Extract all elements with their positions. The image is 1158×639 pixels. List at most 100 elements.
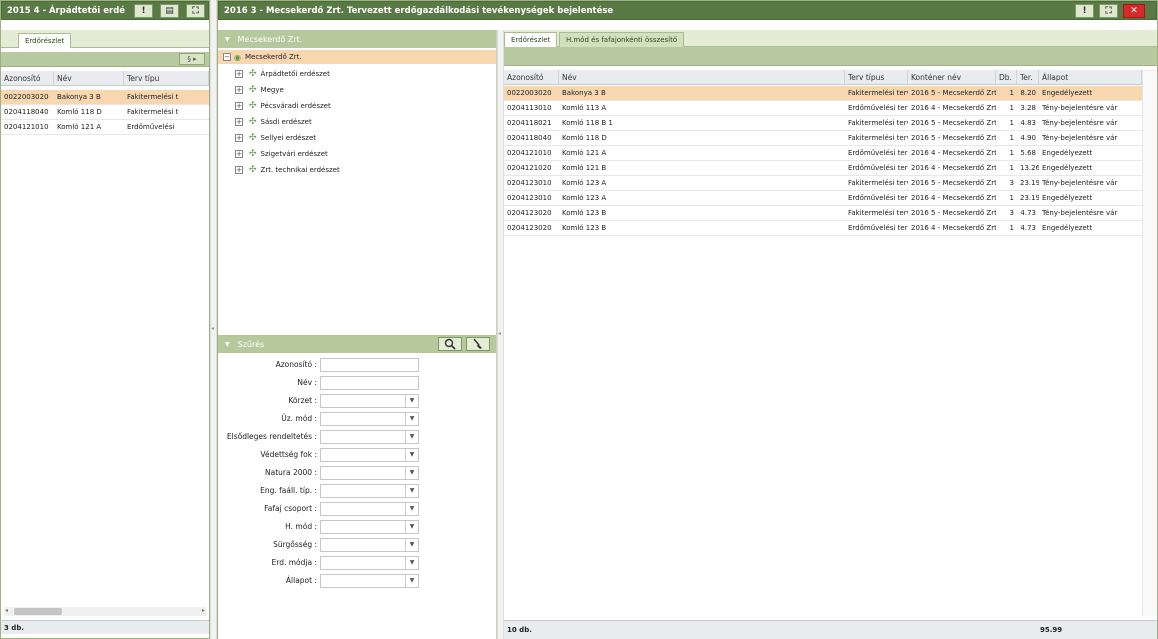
azonosito-input[interactable] <box>320 358 419 372</box>
expand-icon[interactable]: + <box>235 118 243 126</box>
collapse-icon[interactable]: ▼ <box>225 36 230 43</box>
scroll-right-icon[interactable]: ▸ <box>202 607 205 614</box>
scroll-thumb[interactable] <box>14 608 62 615</box>
tree-item-sasd[interactable]: + ✣ Sásdi erdészet <box>235 115 312 129</box>
col-terv-tipus[interactable]: Terv típu <box>124 71 209 85</box>
tree-item-megye[interactable]: + ✣ Megye <box>235 83 284 97</box>
dropdown-arrow-icon[interactable]: ▼ <box>405 395 418 407</box>
h-mod-select[interactable]: ▼ <box>320 520 419 534</box>
natura-2000-select[interactable]: ▼ <box>320 466 419 480</box>
table-row[interactable]: 0204118021 Komló 118 B 1 Fakitermelési ter… <box>504 116 1142 131</box>
expand-icon[interactable]: + <box>235 150 243 158</box>
tree-item-sellye[interactable]: + ✣ Sellyei erdészet <box>235 131 316 145</box>
allapot-select[interactable]: ▼ <box>320 574 419 588</box>
main-window-title[interactable]: 2016 3 - Mecsekerdő Zrt. Tervezett erdőg… <box>218 1 1157 20</box>
table-row[interactable]: 0204118040 Komló 118 D Fakitermelési t <box>1 105 209 120</box>
section-button[interactable]: § ▸ <box>179 53 205 65</box>
tree-item-pecsvarad[interactable]: + ✣ Pécsváradi erdészet <box>235 99 331 113</box>
dropdown-arrow-icon[interactable]: ▼ <box>405 521 418 533</box>
expand-icon[interactable]: + <box>235 134 243 142</box>
dropdown-arrow-icon[interactable]: ▼ <box>405 485 418 497</box>
tree-root[interactable]: − ◉ Mecsekerdő Zrt. <box>218 50 496 64</box>
maximize-button[interactable]: ⛶ <box>186 4 205 18</box>
col-azonosito[interactable]: Azonosító <box>1 71 54 85</box>
dropdown-arrow-icon[interactable]: ▼ <box>405 503 418 515</box>
table-row[interactable]: 0204121010 Komló 121 A Erdőművelési <box>1 120 209 135</box>
table-cell: Fakitermelési terv <box>848 209 908 217</box>
dropdown-arrow-icon[interactable]: ▼ <box>405 431 418 443</box>
expand-icon[interactable]: + <box>235 166 243 174</box>
tab-hmod-osszesito[interactable]: H.mód és fafajonkénti összesítő <box>559 32 685 47</box>
filter-panel-header[interactable]: ▼ Szűrés <box>218 335 496 353</box>
expand-icon[interactable]: + <box>235 86 243 94</box>
area-total: 95.99 <box>1040 626 1063 634</box>
col-kontener-nev[interactable]: Konténer név <box>908 70 996 84</box>
surgosseg-select[interactable]: ▼ <box>320 538 419 552</box>
fafaj-csoport-select[interactable]: ▼ <box>320 502 419 516</box>
col-nev[interactable]: Név <box>559 70 845 84</box>
table-cell: 0022003020 <box>507 89 552 97</box>
table-cell: 0204123010 <box>507 194 552 202</box>
print-button[interactable]: ▤ <box>160 4 179 18</box>
korzet-select[interactable]: ▼ <box>320 394 419 408</box>
vedettseg-fok-select[interactable]: ▼ <box>320 448 419 462</box>
expand-icon[interactable]: + <box>235 70 243 78</box>
dropdown-arrow-icon[interactable]: ▼ <box>405 467 418 479</box>
horizontal-scrollbar[interactable]: ◂ ▸ <box>4 607 206 616</box>
nev-input[interactable] <box>320 376 419 390</box>
dropdown-arrow-icon[interactable]: ▼ <box>405 413 418 425</box>
tree-item-arpadteto[interactable]: + ✣ Árpádtetői erdészet <box>235 67 330 81</box>
info-button[interactable]: ! <box>1075 4 1094 18</box>
collapse-left-icon[interactable]: ◂ <box>211 325 214 332</box>
table-row[interactable]: 0204121020 Komló 121 B Erdőművelési terv 20… <box>504 161 1142 176</box>
table-cell: Komló 118 D <box>562 134 607 142</box>
table-cell: 0204113010 <box>507 104 552 112</box>
tab-erdoreszlet[interactable]: Erdőrészlet <box>18 33 72 48</box>
col-db[interactable]: Db. <box>996 70 1017 84</box>
expand-icon[interactable]: + <box>235 102 243 110</box>
col-nev[interactable]: Név <box>54 71 124 85</box>
left-splitter[interactable]: ◂ <box>210 0 217 639</box>
dropdown-arrow-icon[interactable]: ▼ <box>405 575 418 587</box>
table-cell: Erdőművelési terv <box>848 149 908 157</box>
forest-icon: ✣ <box>249 85 257 95</box>
col-ter[interactable]: Ter. <box>1017 70 1039 84</box>
tree-item-szigetvar[interactable]: + ✣ Szigetvári erdészet <box>235 147 328 161</box>
filter-row-fafaj: Fafaj csoport : ▼ <box>218 501 497 517</box>
table-row[interactable]: 0204118040 Komló 118 D Fakitermelési terv 2… <box>504 131 1142 146</box>
table-row[interactable]: 0022003020 Bakonya 3 B Fakitermelési terv 2… <box>504 86 1142 101</box>
col-azonosito[interactable]: Azonosító <box>504 70 559 84</box>
left-window-title[interactable]: 2015 4 - Árpádtetői erdé ! ▤ ⛶ <box>1 1 209 20</box>
info-button[interactable]: ! <box>134 4 153 18</box>
tree-item-zrt-technikai[interactable]: + ✣ Zrt. technikai erdészet <box>235 163 340 177</box>
eng-faall-tip-select[interactable]: ▼ <box>320 484 419 498</box>
table-row[interactable]: 0204123020 Komló 123 B Erdőművelési terv 20… <box>504 221 1142 236</box>
search-button[interactable] <box>438 337 462 351</box>
middle-splitter[interactable]: ◂ <box>497 30 504 639</box>
table-cell: 1 <box>1009 104 1014 112</box>
tree-panel-header[interactable]: ▼ Mecsekerdő Zrt. <box>218 30 496 48</box>
collapse-icon[interactable]: ▼ <box>225 341 230 348</box>
table-row[interactable]: 0204123010 Komló 123 A Erdőművelési terv 20… <box>504 191 1142 206</box>
col-terv-tipus[interactable]: Terv típus <box>845 70 908 84</box>
table-row[interactable]: 0204123020 Komló 123 B Fakitermelési terv 2… <box>504 206 1142 221</box>
table-row[interactable]: 0204113010 Komló 113 A Erdőművelési terv 20… <box>504 101 1142 116</box>
scroll-left-icon[interactable]: ◂ <box>5 607 8 614</box>
table-row[interactable]: 0204121010 Komló 121 A Erdőművelési terv 20… <box>504 146 1142 161</box>
clear-filter-button[interactable] <box>466 337 490 351</box>
elsodleges-rendeltetes-select[interactable]: ▼ <box>320 430 419 444</box>
table-row[interactable]: 0204123010 Komló 123 A Fakitermelési terv 2… <box>504 176 1142 191</box>
uz-mod-select[interactable]: ▼ <box>320 412 419 426</box>
collapse-node-icon[interactable]: − <box>223 53 231 61</box>
maximize-button[interactable]: ⛶ <box>1099 4 1118 18</box>
table-row[interactable]: 0022003020 Bakonya 3 B Fakitermelési t <box>1 90 209 105</box>
tab-erdoreszlet[interactable]: Erdőrészlet <box>504 32 558 47</box>
dropdown-arrow-icon[interactable]: ▼ <box>405 557 418 569</box>
close-button[interactable]: ✕ <box>1123 4 1145 18</box>
vertical-scrollbar[interactable] <box>1142 71 1157 616</box>
erd-modja-select[interactable]: ▼ <box>320 556 419 570</box>
dropdown-arrow-icon[interactable]: ▼ <box>405 449 418 461</box>
dropdown-arrow-icon[interactable]: ▼ <box>405 539 418 551</box>
col-allapot[interactable]: Állapot <box>1039 70 1142 84</box>
collapse-middle-icon[interactable]: ◂ <box>498 330 501 337</box>
